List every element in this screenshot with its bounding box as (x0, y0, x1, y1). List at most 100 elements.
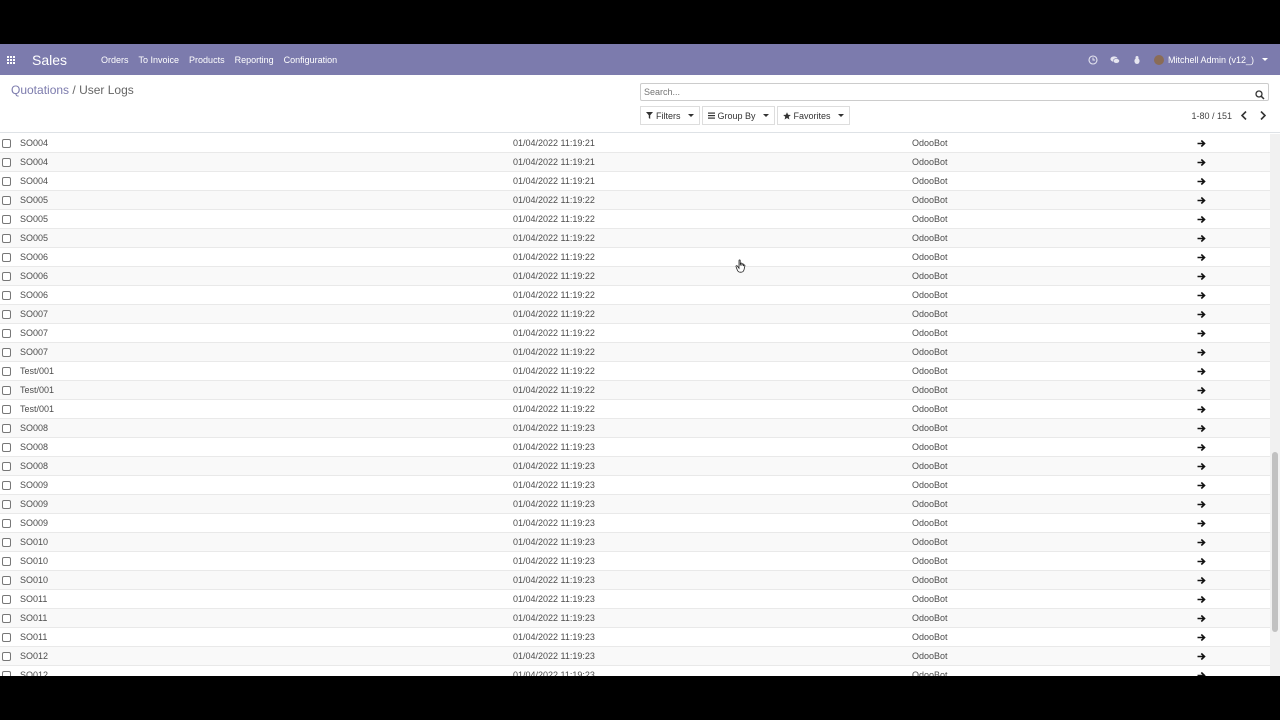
table-row[interactable]: SO005 01/04/2022 11:19:22 OdooBot (0, 191, 1270, 210)
arrow-right-icon[interactable] (1197, 310, 1206, 319)
row-checkbox[interactable] (2, 557, 11, 566)
chat-icon[interactable] (1110, 55, 1120, 65)
row-checkbox[interactable] (2, 291, 11, 300)
arrow-right-icon[interactable] (1197, 481, 1206, 490)
table-row[interactable]: SO011 01/04/2022 11:19:23 OdooBot (0, 628, 1270, 647)
row-checkbox[interactable] (2, 386, 11, 395)
row-checkbox[interactable] (2, 139, 11, 148)
arrow-right-icon[interactable] (1197, 253, 1206, 262)
menu-item-configuration[interactable]: Configuration (284, 55, 338, 65)
table-row[interactable]: SO005 01/04/2022 11:19:22 OdooBot (0, 229, 1270, 248)
row-checkbox[interactable] (2, 424, 11, 433)
scrollbar-thumb[interactable] (1272, 452, 1278, 632)
row-checkbox[interactable] (2, 443, 11, 452)
row-checkbox[interactable] (2, 253, 11, 262)
row-checkbox[interactable] (2, 310, 11, 319)
arrow-right-icon[interactable] (1197, 614, 1206, 623)
table-row[interactable]: SO005 01/04/2022 11:19:22 OdooBot (0, 210, 1270, 229)
row-checkbox[interactable] (2, 538, 11, 547)
table-row[interactable]: SO004 01/04/2022 11:19:21 OdooBot (0, 153, 1270, 172)
row-checkbox[interactable] (2, 614, 11, 623)
table-row[interactable]: SO012 01/04/2022 11:19:23 OdooBot (0, 666, 1270, 676)
apps-menu-icon[interactable] (0, 44, 22, 75)
table-row[interactable]: SO009 01/04/2022 11:19:23 OdooBot (0, 514, 1270, 533)
arrow-right-icon[interactable] (1197, 367, 1206, 376)
search-icon[interactable] (1255, 87, 1265, 100)
row-checkbox[interactable] (2, 329, 11, 338)
arrow-right-icon[interactable] (1197, 671, 1206, 676)
row-checkbox[interactable] (2, 234, 11, 243)
arrow-right-icon[interactable] (1197, 386, 1206, 395)
arrow-right-icon[interactable] (1197, 215, 1206, 224)
table-row[interactable]: Test/001 01/04/2022 11:19:22 OdooBot (0, 381, 1270, 400)
arrow-right-icon[interactable] (1197, 424, 1206, 433)
table-row[interactable]: SO007 01/04/2022 11:19:22 OdooBot (0, 305, 1270, 324)
table-row[interactable]: SO007 01/04/2022 11:19:22 OdooBot (0, 324, 1270, 343)
table-row[interactable]: SO006 01/04/2022 11:19:22 OdooBot (0, 248, 1270, 267)
arrow-right-icon[interactable] (1197, 633, 1206, 642)
table-row[interactable]: SO010 01/04/2022 11:19:23 OdooBot (0, 533, 1270, 552)
table-row[interactable]: SO011 01/04/2022 11:19:23 OdooBot (0, 609, 1270, 628)
arrow-right-icon[interactable] (1197, 405, 1206, 414)
pager-value[interactable]: 1-80 / 151 (1191, 111, 1232, 121)
menu-item-products[interactable]: Products (189, 55, 225, 65)
search-input[interactable] (641, 84, 1241, 100)
clock-icon[interactable] (1088, 54, 1098, 65)
row-checkbox[interactable] (2, 519, 11, 528)
bug-icon[interactable] (1132, 55, 1142, 65)
breadcrumb-quotations[interactable]: Quotations (11, 83, 69, 97)
row-checkbox[interactable] (2, 348, 11, 357)
row-checkbox[interactable] (2, 405, 11, 414)
arrow-right-icon[interactable] (1197, 576, 1206, 585)
menu-item-to-invoice[interactable]: To Invoice (139, 55, 180, 65)
row-checkbox[interactable] (2, 272, 11, 281)
row-checkbox[interactable] (2, 462, 11, 471)
favorites-button[interactable]: Favorites (776, 106, 850, 125)
arrow-right-icon[interactable] (1197, 158, 1206, 167)
pager-next-button[interactable] (1256, 108, 1270, 124)
table-row[interactable]: Test/001 01/04/2022 11:19:22 OdooBot (0, 362, 1270, 381)
row-checkbox[interactable] (2, 177, 11, 186)
row-checkbox[interactable] (2, 158, 11, 167)
arrow-right-icon[interactable] (1197, 500, 1206, 509)
filters-button[interactable]: Filters (640, 106, 700, 125)
arrow-right-icon[interactable] (1197, 443, 1206, 452)
table-row[interactable]: SO008 01/04/2022 11:19:23 OdooBot (0, 438, 1270, 457)
row-checkbox[interactable] (2, 671, 11, 676)
arrow-right-icon[interactable] (1197, 557, 1206, 566)
arrow-right-icon[interactable] (1197, 139, 1206, 148)
arrow-right-icon[interactable] (1197, 291, 1206, 300)
row-checkbox[interactable] (2, 633, 11, 642)
app-title[interactable]: Sales (32, 52, 92, 68)
table-row[interactable]: SO006 01/04/2022 11:19:22 OdooBot (0, 267, 1270, 286)
arrow-right-icon[interactable] (1197, 538, 1206, 547)
arrow-right-icon[interactable] (1197, 329, 1206, 338)
table-row[interactable]: SO009 01/04/2022 11:19:23 OdooBot (0, 495, 1270, 514)
groupby-button[interactable]: Group By (701, 106, 775, 125)
arrow-right-icon[interactable] (1197, 272, 1206, 281)
menu-item-orders[interactable]: Orders (101, 55, 129, 65)
row-checkbox[interactable] (2, 500, 11, 509)
table-row[interactable]: SO007 01/04/2022 11:19:22 OdooBot (0, 343, 1270, 362)
row-checkbox[interactable] (2, 576, 11, 585)
row-checkbox[interactable] (2, 652, 11, 661)
table-row[interactable]: SO011 01/04/2022 11:19:23 OdooBot (0, 590, 1270, 609)
table-row[interactable]: SO004 01/04/2022 11:19:21 OdooBot (0, 134, 1270, 153)
user-menu[interactable]: Mitchell Admin (v12_) (1153, 54, 1268, 65)
row-checkbox[interactable] (2, 196, 11, 205)
table-row[interactable]: SO008 01/04/2022 11:19:23 OdooBot (0, 419, 1270, 438)
row-checkbox[interactable] (2, 595, 11, 604)
row-checkbox[interactable] (2, 215, 11, 224)
table-row[interactable]: SO010 01/04/2022 11:19:23 OdooBot (0, 552, 1270, 571)
arrow-right-icon[interactable] (1197, 348, 1206, 357)
table-row[interactable]: SO006 01/04/2022 11:19:22 OdooBot (0, 286, 1270, 305)
arrow-right-icon[interactable] (1197, 462, 1206, 471)
arrow-right-icon[interactable] (1197, 519, 1206, 528)
row-checkbox[interactable] (2, 481, 11, 490)
pager-previous-button[interactable] (1237, 108, 1251, 124)
arrow-right-icon[interactable] (1197, 652, 1206, 661)
table-row[interactable]: SO010 01/04/2022 11:19:23 OdooBot (0, 571, 1270, 590)
table-row[interactable]: SO009 01/04/2022 11:19:23 OdooBot (0, 476, 1270, 495)
table-row[interactable]: Test/001 01/04/2022 11:19:22 OdooBot (0, 400, 1270, 419)
arrow-right-icon[interactable] (1197, 196, 1206, 205)
